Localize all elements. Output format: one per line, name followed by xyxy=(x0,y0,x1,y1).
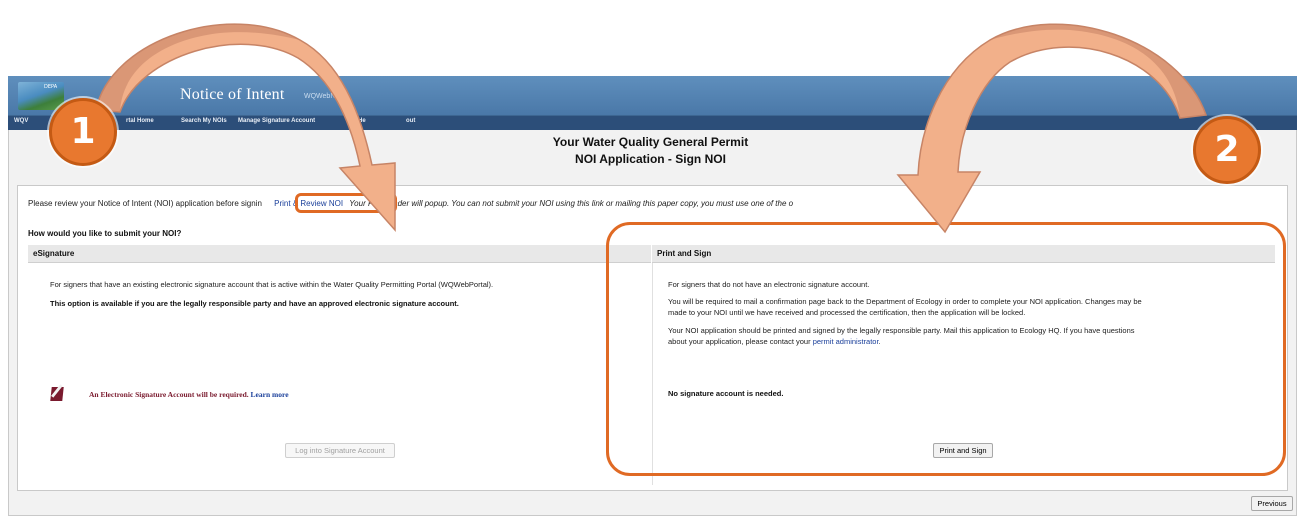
annotation-arrows xyxy=(95,23,1208,234)
arrow-two xyxy=(896,23,1208,234)
callout-step-2: 2 xyxy=(1193,116,1261,184)
callout-step-1: 1 xyxy=(49,98,117,166)
arrow-one xyxy=(95,23,396,232)
